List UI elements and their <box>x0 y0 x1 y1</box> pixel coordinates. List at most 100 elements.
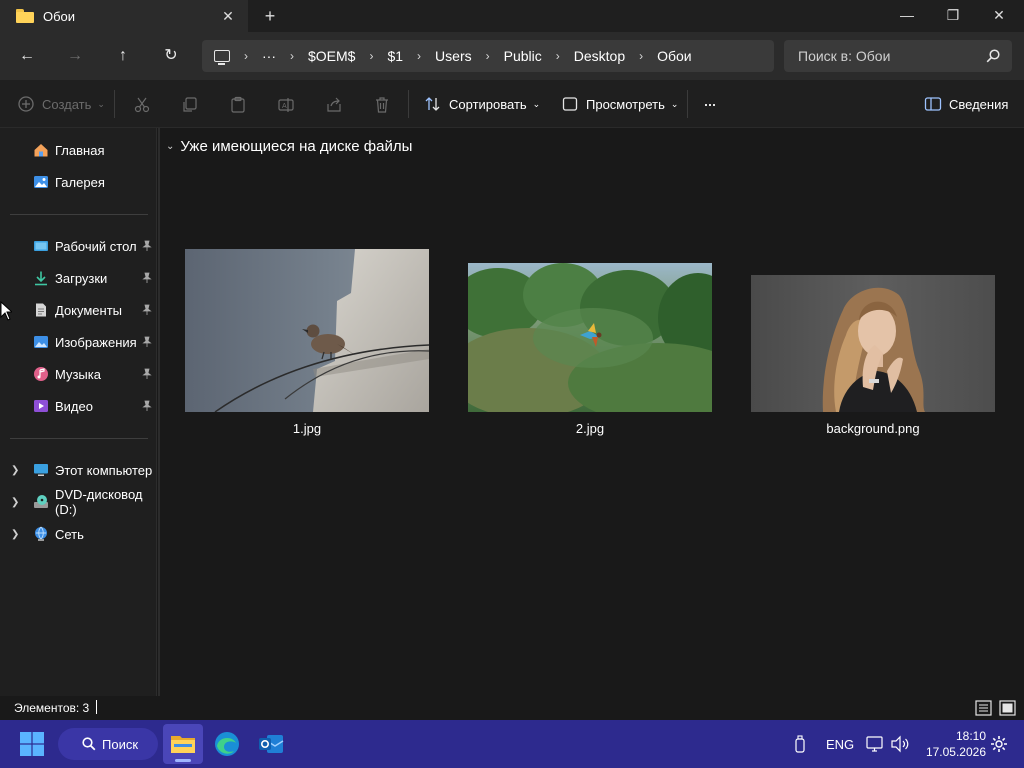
tab-oboi[interactable]: Обои ✕ <box>0 0 248 32</box>
navigation-pane: Главная Галерея Рабочий стол Загрузки До… <box>0 128 157 696</box>
sidebar-item-gallery[interactable]: Галерея <box>0 168 157 196</box>
sidebar-item-label: Рабочий стол <box>55 238 137 254</box>
breadcrumb-public[interactable]: Public <box>504 48 542 64</box>
sidebar-item-dvd-drive[interactable]: ❯ DVD-дисковод (D:) <box>0 487 157 517</box>
plus-circle-icon <box>18 96 34 112</box>
file-list-area: ⌄ Уже имеющиеся на диске файлы 1.jpg 2.j… <box>160 128 1024 696</box>
delete-icon[interactable] <box>373 96 391 114</box>
status-bar: Элементов: 3 <box>0 696 1024 720</box>
file-name[interactable]: background.png <box>751 421 995 436</box>
pin-icon[interactable] <box>141 336 153 348</box>
windows-start-icon[interactable] <box>20 732 44 756</box>
breadcrumb-users[interactable]: Users <box>435 48 472 64</box>
navigation-bar: ← → ↑ ↻ › ··· › $OEM$ › $1 › Users › Pub… <box>0 32 1024 80</box>
sidebar-item-pictures[interactable]: Изображения <box>0 328 157 356</box>
toolbar-divider <box>687 90 688 118</box>
taskbar-file-explorer[interactable] <box>163 724 203 764</box>
chevron-right-icon[interactable]: ❯ <box>11 497 19 508</box>
address-bar[interactable]: › ··· › $OEM$ › $1 › Users › Public › De… <box>202 40 774 72</box>
sidebar-item-label: Сеть <box>55 526 84 542</box>
taskbar: Поиск ENG 18:10 17.05.2026 <box>0 720 1024 768</box>
breadcrumb-desktop[interactable]: Desktop <box>574 48 625 64</box>
clock-date: 17.05.2026 <box>925 745 986 759</box>
back-button[interactable]: ← <box>13 44 41 68</box>
volume-icon[interactable] <box>890 735 910 753</box>
clock-time: 18:10 <box>955 729 986 743</box>
file-thumbnail[interactable] <box>751 275 995 412</box>
taskbar-outlook[interactable] <box>251 724 291 764</box>
taskbar-edge[interactable] <box>207 724 247 764</box>
clock[interactable]: 18:10 17.05.2026 <box>918 728 986 760</box>
details-pane-button[interactable]: Сведения <box>924 92 1008 116</box>
file-thumbnail[interactable] <box>185 249 429 412</box>
pin-icon[interactable] <box>141 400 153 412</box>
breadcrumb-1[interactable]: $1 <box>387 48 403 64</box>
sort-button[interactable]: Сортировать ⌄ <box>424 92 540 116</box>
file-name[interactable]: 2.jpg <box>468 421 712 436</box>
rename-icon[interactable]: A <box>277 96 295 114</box>
more-options-button[interactable]: ··· <box>703 92 717 116</box>
sidebar-item-label: Видео <box>55 398 93 414</box>
pictures-icon <box>34 336 48 348</box>
up-button[interactable]: ↑ <box>109 44 137 68</box>
details-pane-icon <box>924 97 942 111</box>
paste-icon[interactable] <box>229 96 247 114</box>
refresh-button[interactable]: ↻ <box>157 44 185 68</box>
copy-icon[interactable] <box>181 96 199 114</box>
file-name[interactable]: 1.jpg <box>185 421 429 436</box>
share-icon[interactable] <box>325 96 343 114</box>
pin-icon[interactable] <box>141 368 153 380</box>
details-view-icon[interactable] <box>975 700 992 716</box>
new-tab-button[interactable]: + <box>258 4 282 28</box>
sidebar-item-desktop[interactable]: Рабочий стол <box>0 232 157 260</box>
maximize-button[interactable]: ❐ <box>930 0 976 32</box>
file-thumbnail[interactable] <box>468 263 712 412</box>
chevron-right-icon[interactable]: ❯ <box>11 529 19 540</box>
group-header[interactable]: ⌄ Уже имеющиеся на диске файлы <box>166 138 412 155</box>
sidebar-item-music[interactable]: Музыка <box>0 360 157 388</box>
new-button[interactable]: Создать ⌄ <box>17 92 105 116</box>
close-window-button[interactable]: ✕ <box>976 0 1022 32</box>
usb-device-icon[interactable] <box>793 735 807 753</box>
sidebar-item-label: Документы <box>55 302 123 318</box>
large-icons-view-icon[interactable] <box>999 700 1016 716</box>
downloads-icon <box>35 271 47 286</box>
pin-icon[interactable] <box>141 240 153 252</box>
search-box[interactable] <box>784 40 1012 72</box>
taskbar-search-button[interactable]: Поиск <box>58 728 158 760</box>
chevron-down-icon[interactable]: ⌄ <box>166 141 174 152</box>
language-indicator[interactable]: ENG <box>826 720 854 768</box>
close-tab-button[interactable]: ✕ <box>218 6 238 26</box>
group-header-label: Уже имеющиеся на диске файлы <box>180 138 413 155</box>
breadcrumb-more[interactable]: ··· <box>262 48 276 64</box>
breadcrumb-oem[interactable]: $OEM$ <box>308 48 355 64</box>
minimize-button[interactable]: — <box>884 0 930 32</box>
forward-button[interactable]: → <box>61 44 89 68</box>
chevron-right-icon[interactable]: ❯ <box>11 465 19 476</box>
sidebar-item-home[interactable]: Главная <box>0 136 157 164</box>
pin-icon[interactable] <box>141 272 153 284</box>
settings-gear-icon[interactable] <box>990 735 1008 753</box>
sidebar-item-documents[interactable]: Документы <box>0 296 157 324</box>
breadcrumb-separator: › <box>369 49 374 63</box>
search-icon <box>82 737 96 751</box>
mouse-cursor-icon <box>0 301 12 321</box>
view-label: Просмотреть <box>586 96 665 112</box>
sidebar-item-network[interactable]: ❯ Сеть <box>0 520 157 548</box>
cut-icon[interactable] <box>133 96 151 114</box>
sidebar-item-downloads[interactable]: Загрузки <box>0 264 157 292</box>
breadcrumb-oboi[interactable]: Обои <box>657 48 692 64</box>
search-input[interactable] <box>784 40 984 72</box>
network-status-icon[interactable] <box>866 735 884 753</box>
sidebar-item-videos[interactable]: Видео <box>0 392 157 420</box>
search-icon[interactable] <box>986 49 1000 63</box>
image-portrait <box>751 275 995 412</box>
sidebar-item-this-pc[interactable]: ❯ Этот компьютер <box>0 456 157 484</box>
pin-icon[interactable] <box>141 304 153 316</box>
view-button[interactable]: Просмотреть ⌄ <box>561 92 678 116</box>
chevron-down-icon: ⌄ <box>670 98 679 109</box>
title-bar: Обои ✕ + — ❐ ✕ <box>0 0 1024 32</box>
svg-text:A: A <box>282 103 287 110</box>
videos-icon <box>34 400 48 412</box>
sidebar-item-label: DVD-дисковод (D:) <box>55 487 143 517</box>
